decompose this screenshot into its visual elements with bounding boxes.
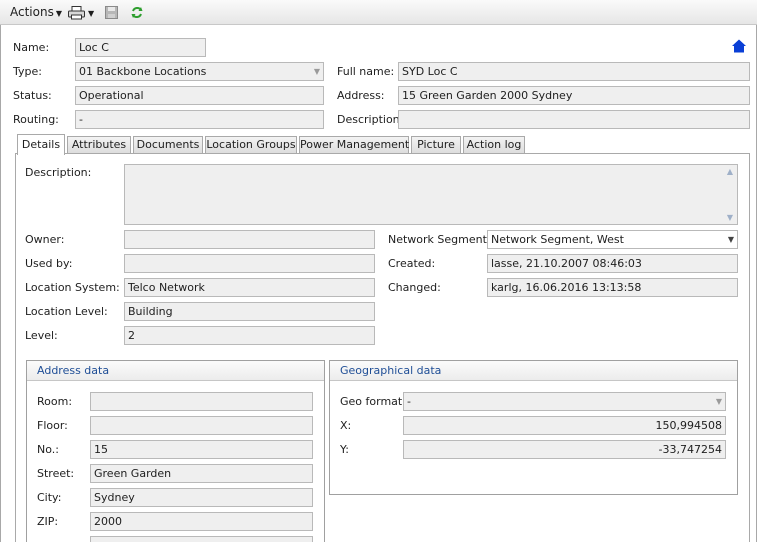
tab-details[interactable]: Details (17, 134, 65, 155)
status-label: Status: (13, 89, 52, 102)
chevron-down-icon: ▼ (727, 235, 734, 244)
tab-location-groups[interactable]: Location Groups (205, 136, 297, 154)
no-label: No.: (37, 443, 59, 456)
description-field[interactable] (398, 110, 750, 129)
y-field[interactable]: -33,747254 (403, 440, 726, 459)
floor-label: Floor: (37, 419, 68, 432)
city-field[interactable]: Sydney (90, 488, 313, 507)
netseg-label: Network Segments: (388, 233, 497, 246)
netseg-select[interactable]: Network Segment, West ▼ (487, 230, 738, 249)
usedby-field[interactable] (124, 254, 375, 273)
toolbar: Actions ▼ ▼ (0, 0, 757, 25)
save-button[interactable] (105, 4, 118, 21)
status-field[interactable]: Operational (75, 86, 324, 105)
geo-data-title: Geographical data (330, 361, 737, 381)
loclevel-field[interactable]: Building (124, 302, 375, 321)
actions-label: Actions (10, 5, 54, 19)
country-field[interactable] (90, 536, 313, 542)
geo-format-value: - (407, 395, 411, 408)
floppy-disk-icon (105, 6, 118, 19)
name-field[interactable]: Loc C (75, 38, 206, 57)
room-label: Room: (37, 395, 73, 408)
scroll-up-icon[interactable]: ▲ (727, 167, 733, 176)
address-data-title: Address data (27, 361, 324, 381)
x-field[interactable]: 150,994508 (403, 416, 726, 435)
routing-field[interactable]: - (75, 110, 324, 129)
address-label: Address: (337, 89, 385, 102)
level-label: Level: (25, 329, 58, 342)
fullname-label: Full name: (337, 65, 395, 78)
y-label: Y: (340, 443, 349, 456)
type-label: Type: (13, 65, 42, 78)
city-label: City: (37, 491, 62, 504)
home-icon[interactable] (732, 39, 746, 53)
refresh-button[interactable] (131, 4, 143, 21)
geo-format-select[interactable]: - ▼ (403, 392, 726, 411)
floor-field[interactable] (90, 416, 313, 435)
details-description-textarea[interactable]: ▲ ▼ (124, 164, 738, 225)
geo-format-label: Geo format: (340, 395, 406, 408)
netseg-value: Network Segment, West (491, 233, 624, 246)
zip-field[interactable]: 2000 (90, 512, 313, 531)
no-field[interactable]: 15 (90, 440, 313, 459)
chevron-down-icon: ▼ (313, 67, 320, 76)
changed-field[interactable]: karlg, 16.06.2016 13:13:58 (487, 278, 738, 297)
name-label: Name: (13, 41, 50, 54)
actions-menu[interactable]: Actions ▼ (10, 4, 62, 21)
tab-power-management[interactable]: Power Management (299, 136, 409, 154)
tab-picture[interactable]: Picture (411, 136, 461, 154)
changed-label: Changed: (388, 281, 441, 294)
x-label: X: (340, 419, 352, 432)
type-value: 01 Backbone Locations (79, 65, 207, 78)
refresh-icon (131, 7, 143, 18)
street-label: Street: (37, 467, 75, 480)
chevron-down-icon: ▼ (55, 9, 62, 18)
fullname-field[interactable]: SYD Loc C (398, 62, 750, 81)
details-description-label: Description: (25, 166, 92, 179)
created-label: Created: (388, 257, 436, 270)
locsystem-field[interactable]: Telco Network (124, 278, 375, 297)
zip-label: ZIP: (37, 515, 59, 528)
loclevel-label: Location Level: (25, 305, 108, 318)
level-field[interactable]: 2 (124, 326, 375, 345)
room-field[interactable] (90, 392, 313, 411)
print-button[interactable]: ▼ (68, 4, 94, 21)
locsystem-label: Location System: (25, 281, 120, 294)
created-field[interactable]: lasse, 21.10.2007 08:46:03 (487, 254, 738, 273)
printer-icon (68, 5, 85, 19)
address-field[interactable]: 15 Green Garden 2000 Sydney (398, 86, 750, 105)
owner-label: Owner: (25, 233, 65, 246)
tab-action-log[interactable]: Action log (463, 136, 525, 154)
scroll-down-icon[interactable]: ▼ (727, 213, 733, 222)
routing-label: Routing: (13, 113, 59, 126)
description-label: Description: (337, 113, 404, 126)
chevron-down-icon: ▼ (715, 397, 722, 406)
usedby-label: Used by: (25, 257, 73, 270)
type-select[interactable]: 01 Backbone Locations ▼ (75, 62, 324, 81)
tab-attributes[interactable]: Attributes (67, 136, 131, 154)
owner-field[interactable] (124, 230, 375, 249)
tab-documents[interactable]: Documents (133, 136, 203, 154)
street-field[interactable]: Green Garden (90, 464, 313, 483)
chevron-down-icon: ▼ (88, 9, 95, 18)
